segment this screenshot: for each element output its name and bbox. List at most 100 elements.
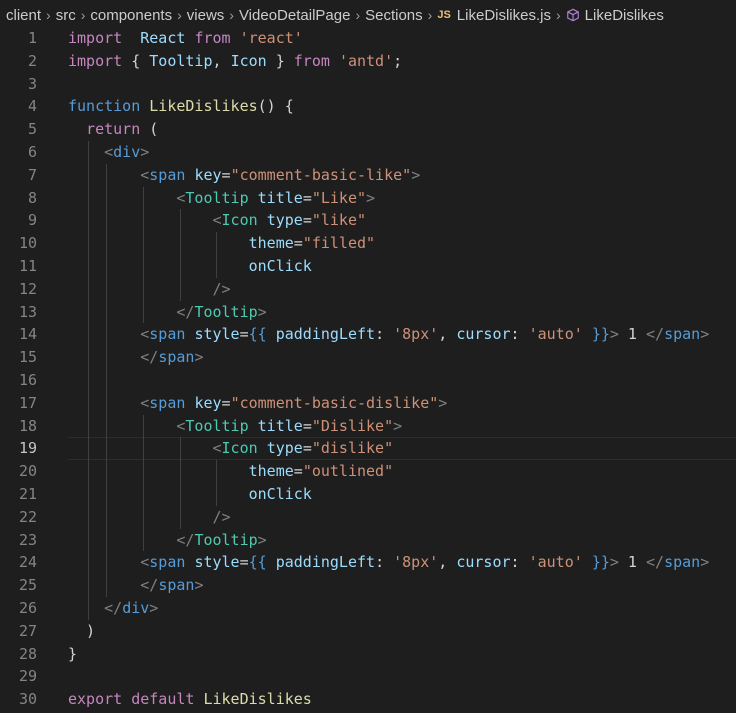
code-token: "comment-basic-dislike" [230, 393, 439, 412]
code-text: theme="outlined" [68, 460, 394, 483]
breadcrumb-item-client[interactable]: client [6, 7, 41, 24]
code-token: < [140, 553, 150, 572]
code-token: type [266, 211, 303, 230]
code-token: > [700, 553, 710, 572]
code-line[interactable]: 27 ) [0, 620, 736, 643]
code-line[interactable]: 23 </Tooltip> [0, 528, 736, 552]
code-token: , [438, 553, 457, 572]
code-token: }} [591, 553, 610, 572]
breadcrumb-item-symbol[interactable]: LikeDislikes [585, 7, 664, 24]
code-line[interactable]: 14 <span style={{ paddingLeft: '8px', cu… [0, 323, 736, 347]
code-token: theme [248, 234, 294, 253]
breadcrumb-item-components[interactable]: components [90, 7, 172, 24]
code-token: < [140, 393, 150, 412]
code-text: <Icon type="like" [68, 209, 367, 232]
line-number: 6 [27, 142, 37, 161]
code-line[interactable]: 17 <span key="comment-basic-dislike"> [0, 391, 736, 415]
line-number: 5 [27, 120, 37, 139]
code-line[interactable]: 20 theme="outlined" [0, 460, 736, 483]
line-number: 15 [18, 348, 37, 367]
code-line[interactable]: 19 <Icon type="dislike" [0, 437, 736, 461]
code-line[interactable]: 25 </span> [0, 574, 736, 597]
code-token: from [293, 51, 330, 70]
code-token: { [122, 51, 150, 70]
code-token: LikeDislikes [149, 97, 258, 116]
code-line[interactable]: 29 [0, 665, 736, 688]
code-token: : [510, 325, 529, 344]
code-token: style [194, 553, 240, 572]
code-line[interactable]: 11 onClick [0, 254, 736, 278]
breadcrumb-item-sections[interactable]: Sections [365, 7, 423, 24]
code-line[interactable]: 18 <Tooltip title="Dislike"> [0, 414, 736, 438]
chevron-right-icon: › [355, 7, 361, 23]
code-text: <Tooltip title="Like"> [68, 187, 375, 210]
code-line[interactable]: 4 function LikeDislikes() { [0, 95, 736, 118]
code-text: import { Tooltip, Icon } from 'antd'; [68, 50, 402, 73]
code-line[interactable]: 15 </span> [0, 346, 736, 369]
code-line[interactable]: 13 </Tooltip> [0, 300, 736, 324]
code-editor[interactable]: 1 import React from 'react' 2 import { Tool… [0, 27, 736, 711]
code-token: > [194, 576, 204, 595]
code-text: } [68, 643, 77, 666]
code-token: 1 [618, 325, 646, 344]
code-token: Icon [221, 211, 258, 230]
code-line[interactable]: 9 <Icon type="like" [0, 209, 736, 233]
line-number: 18 [18, 416, 37, 435]
code-line[interactable]: 7 <span key="comment-basic-like"> [0, 163, 736, 187]
breadcrumb-item-file[interactable]: LikeDislikes.js [457, 7, 551, 24]
code-token: </ [104, 598, 123, 617]
code-token: style [194, 325, 240, 344]
code-token: < [104, 142, 114, 161]
line-number: 16 [18, 370, 37, 389]
code-token: "dislike" [311, 439, 394, 458]
chevron-right-icon: › [46, 7, 51, 23]
breadcrumb-item-src[interactable]: src [56, 7, 76, 24]
line-number: 8 [27, 188, 37, 207]
code-token: span [664, 553, 701, 572]
code-token: () { [257, 97, 294, 116]
code-token: = [239, 553, 249, 572]
code-token: {{ [248, 325, 267, 344]
code-line[interactable]: 1 import React from 'react' [0, 27, 736, 50]
code-text: </Tooltip> [68, 301, 266, 324]
chevron-right-icon: › [229, 7, 234, 23]
code-line[interactable]: 5 return ( [0, 118, 736, 141]
code-text: <span style={{ paddingLeft: '8px', curso… [68, 323, 709, 346]
code-token: span [149, 165, 186, 184]
code-line[interactable]: 10 theme="filled" [0, 232, 736, 255]
code-line[interactable]: 21 onClick [0, 482, 736, 506]
code-line[interactable]: 3 [0, 73, 736, 96]
code-line[interactable]: 8 <Tooltip title="Like"> [0, 186, 736, 210]
code-line[interactable]: 12 /> [0, 277, 736, 301]
code-line[interactable]: 28} [0, 643, 736, 666]
code-token: > [700, 325, 710, 344]
breadcrumb-item-videodetailpage[interactable]: VideoDetailPage [239, 7, 350, 24]
code-line[interactable]: 26 </div> [0, 596, 736, 620]
code-line[interactable]: 6 <div> [0, 140, 736, 164]
code-line[interactable]: 24 <span style={{ paddingLeft: '8px', cu… [0, 551, 736, 575]
code-token: > [257, 530, 267, 549]
code-token: cursor [456, 553, 511, 572]
code-token: = [239, 325, 249, 344]
code-token: onClick [248, 484, 312, 503]
line-number: 30 [18, 690, 37, 709]
code-line[interactable]: 30 export default LikeDislikes [0, 688, 736, 711]
code-line[interactable]: 22 /> [0, 505, 736, 529]
code-line[interactable]: 2 import { Tooltip, Icon } from 'antd'; [0, 50, 736, 73]
code-token: Tooltip [185, 416, 249, 435]
code-token: theme [248, 462, 294, 481]
code-line[interactable]: 16 [0, 368, 736, 392]
code-token: LikeDislikes [203, 690, 312, 709]
breadcrumb-item-views[interactable]: views [187, 7, 225, 24]
code-token: </ [176, 302, 195, 321]
